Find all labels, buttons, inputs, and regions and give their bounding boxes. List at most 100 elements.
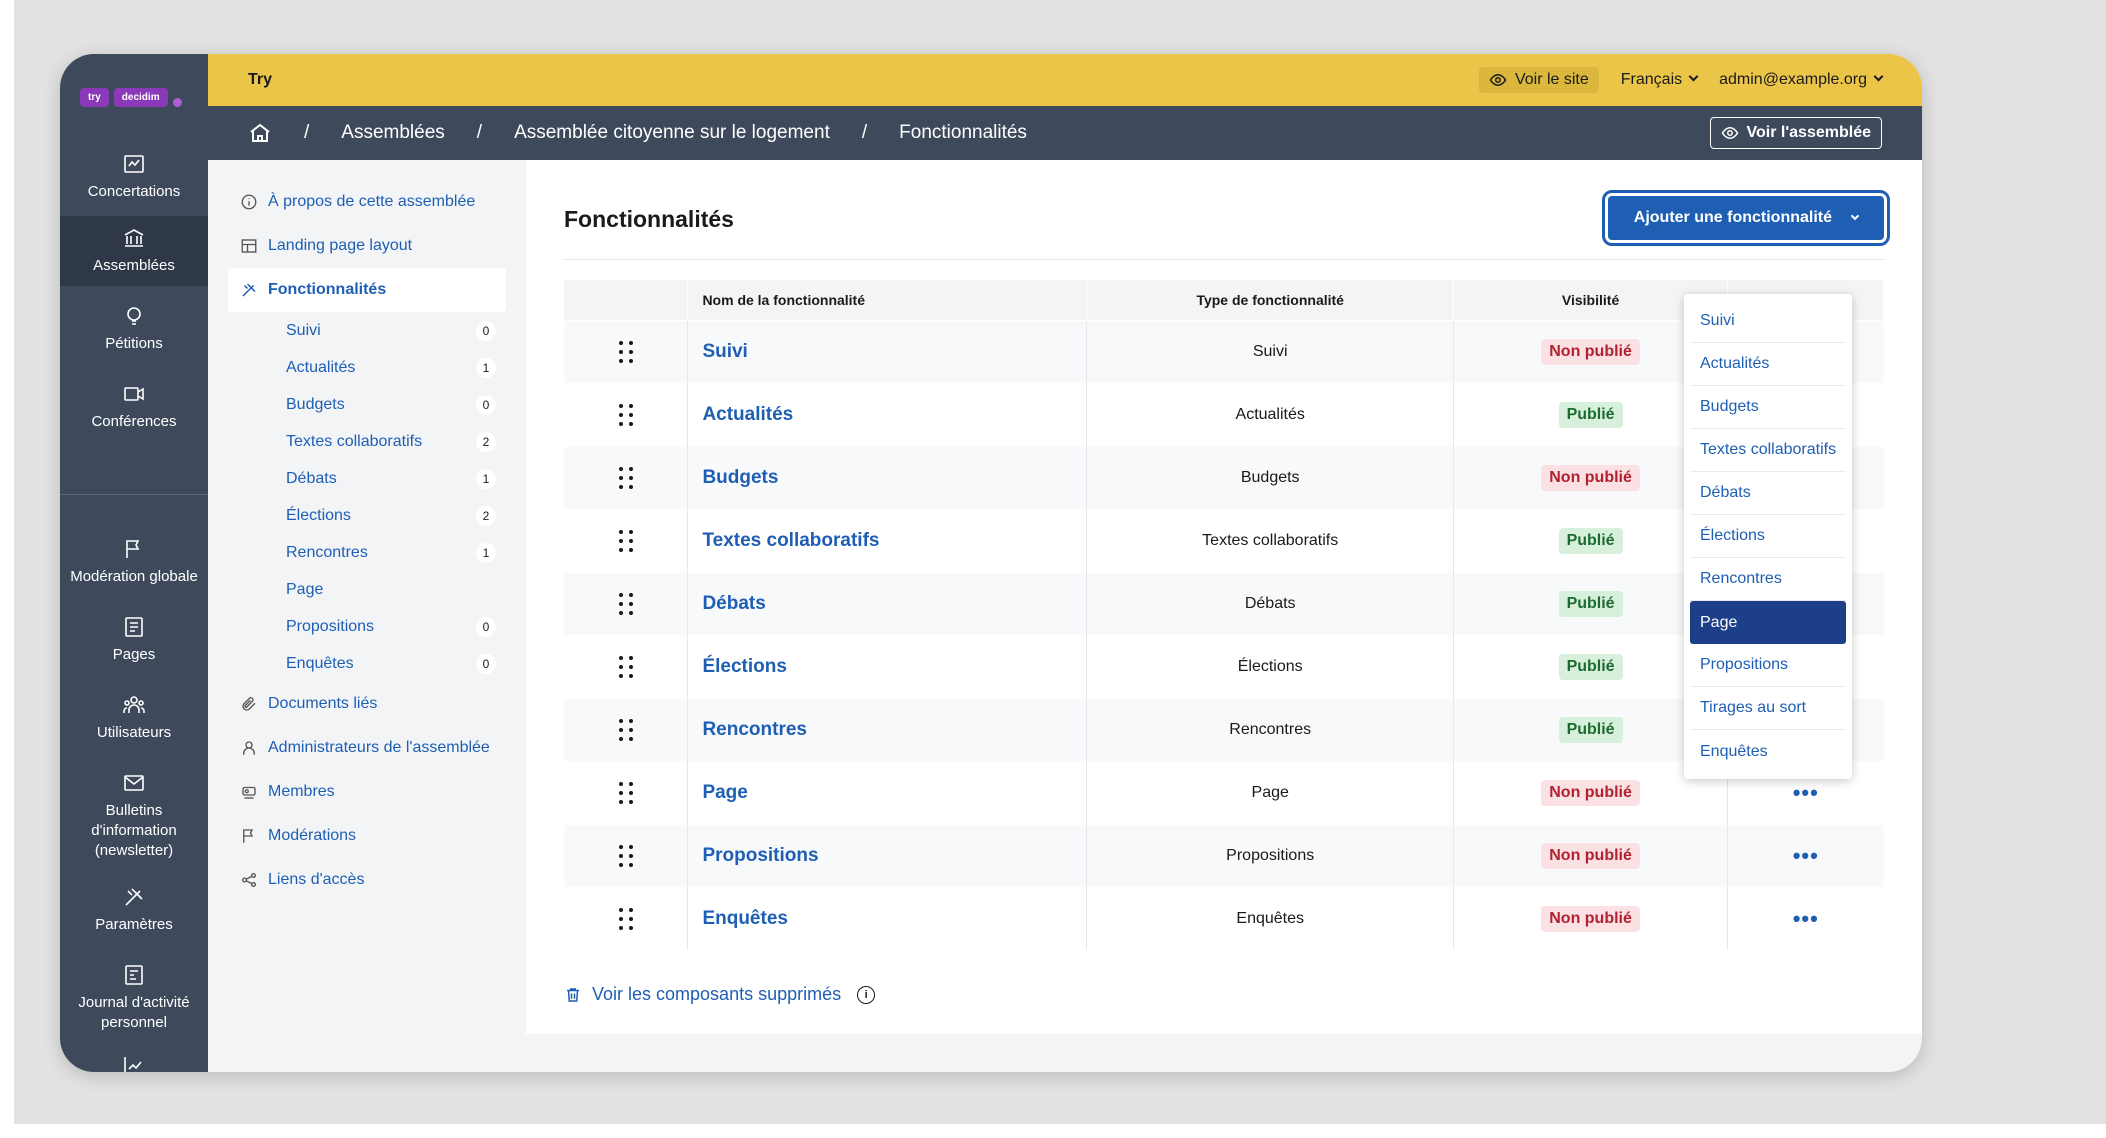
drag-handle-icon[interactable] <box>574 907 677 930</box>
status-badge: Non publié <box>1541 464 1640 491</box>
sidebar-item-label: Bulletins d'information (newsletter) <box>91 802 177 859</box>
sidebar-item-pages[interactable]: Pages <box>60 604 208 676</box>
feature-name-link[interactable]: Suivi <box>687 319 1088 383</box>
visibility-cell: Non publié <box>1453 886 1729 950</box>
sidebar-item-conferences[interactable]: Conférences <box>60 372 208 442</box>
subnav-child-item[interactable]: Propositions 0 <box>208 608 526 645</box>
breadcrumb-item-assembly[interactable]: Assemblée citoyenne sur le logement <box>514 122 830 144</box>
drag-handle-icon[interactable] <box>574 529 677 552</box>
sidebar-item-journal[interactable]: Journal d'activité personnel <box>60 952 208 1044</box>
subnav-child-item[interactable]: Budgets 0 <box>208 386 526 423</box>
user-email: admin@example.org <box>1719 71 1867 88</box>
feature-name-link[interactable]: Page <box>687 760 1088 824</box>
subnav-child-item[interactable]: Suivi 0 <box>208 312 526 349</box>
logo-try: try <box>80 88 109 107</box>
actions-menu-icon[interactable]: ••• <box>1727 886 1884 950</box>
add-feature-button[interactable]: Ajouter une fonctionnalité <box>1601 190 1891 246</box>
dropdown-option[interactable]: Tirages au sort <box>1690 687 1846 730</box>
user-menu[interactable]: admin@example.org <box>1719 71 1884 89</box>
organization-name[interactable]: Try <box>248 71 272 89</box>
visibility-cell: Non publié <box>1453 823 1729 887</box>
info-icon[interactable]: i <box>857 985 876 1004</box>
subnav-child-item[interactable]: Rencontres 1 <box>208 534 526 571</box>
breadcrumb-item-assemblees[interactable]: Assemblées <box>341 122 445 144</box>
dropdown-option[interactable]: Textes collaboratifs <box>1690 429 1846 472</box>
trash-icon <box>567 987 579 1002</box>
subnav-members[interactable]: Membres <box>208 770 526 814</box>
count-badge: 0 <box>476 394 496 415</box>
drag-handle-icon[interactable] <box>574 340 677 363</box>
subnav-label: Documents liés <box>268 695 378 712</box>
drag-handle-icon[interactable] <box>574 466 677 489</box>
deleted-components-label: Voir les composants supprimés <box>592 984 842 1004</box>
home-icon[interactable] <box>248 121 272 145</box>
sidebar-item-moderation-globale[interactable]: Modération globale <box>60 524 208 600</box>
count-badge: 0 <box>476 616 496 637</box>
drag-handle-icon[interactable] <box>574 781 677 804</box>
feature-name-link[interactable]: Propositions <box>687 823 1088 887</box>
flag-icon <box>126 540 140 558</box>
subnav-child-item[interactable]: Élections 2 <box>208 497 526 534</box>
dropdown-option[interactable]: Budgets <box>1690 386 1846 429</box>
subnav-about[interactable]: À propos de cette assemblée <box>208 180 526 224</box>
decidim-logo[interactable]: try decidim <box>80 88 182 107</box>
feature-name-link[interactable]: Actualités <box>687 382 1088 446</box>
deleted-components-link[interactable]: Voir les composants supprimés i <box>564 984 876 1005</box>
feature-name-link[interactable]: Budgets <box>687 445 1088 509</box>
feature-name-link[interactable]: Textes collaboratifs <box>687 508 1088 572</box>
feature-type: Actualités <box>1086 382 1455 446</box>
feature-name-link[interactable]: Débats <box>687 571 1088 635</box>
feature-name-link[interactable]: Élections <box>687 634 1088 698</box>
subnav-child-item[interactable]: Enquêtes 0 <box>208 645 526 682</box>
sidebar-item-label: Conférences <box>91 413 177 430</box>
dropdown-option[interactable]: Enquêtes <box>1690 730 1846 773</box>
sidebar-item-petitions[interactable]: Pétitions <box>60 294 208 364</box>
layout-icon <box>241 239 257 253</box>
drag-handle-icon[interactable] <box>574 403 677 426</box>
share-icon <box>241 872 257 888</box>
dropdown-option[interactable]: Rencontres <box>1690 558 1846 601</box>
subnav-child-item[interactable]: Actualités 1 <box>208 349 526 386</box>
language-selector[interactable]: Français <box>1621 71 1699 89</box>
subnav-label: À propos de cette assemblée <box>268 193 476 210</box>
title-divider <box>564 259 1884 260</box>
sidebar-item-concertations[interactable]: Concertations <box>60 138 208 216</box>
subnav-landing-page[interactable]: Landing page layout <box>208 224 526 268</box>
status-badge: Non publié <box>1541 338 1640 365</box>
subnav-child-item[interactable]: Textes collaboratifs 2 <box>208 423 526 460</box>
sidebar-item-utilisateurs[interactable]: Utilisateurs <box>60 682 208 754</box>
chart-icon[interactable] <box>122 1054 146 1072</box>
subnav-admins[interactable]: Administrateurs de l'assemblée <box>208 726 526 770</box>
actions-menu-icon[interactable]: ••• <box>1727 823 1884 887</box>
column-type: Type de fonctionnalité <box>1086 280 1455 320</box>
dropdown-option[interactable]: Élections <box>1690 515 1846 558</box>
sidebar-item-assemblees[interactable]: Assemblées <box>60 216 208 286</box>
drag-handle-icon[interactable] <box>574 844 677 867</box>
dropdown-option[interactable]: Suivi <box>1690 300 1846 343</box>
dropdown-option[interactable]: Propositions <box>1690 644 1846 687</box>
view-site-link[interactable]: Voir le site <box>1478 67 1599 93</box>
drag-handle-icon[interactable] <box>574 718 677 741</box>
dropdown-option[interactable]: Débats <box>1690 472 1846 515</box>
subnav-child-item[interactable]: Page <box>208 571 526 608</box>
dropdown-option[interactable]: Page <box>1690 601 1846 644</box>
dropdown-option[interactable]: Actualités <box>1690 343 1846 386</box>
feature-name-link[interactable]: Enquêtes <box>687 886 1088 950</box>
subnav-moderations[interactable]: Modérations <box>208 814 526 858</box>
status-badge: Non publié <box>1541 779 1640 806</box>
subnav-child-item[interactable]: Débats 1 <box>208 460 526 497</box>
view-assembly-label: Voir l'assemblée <box>1746 124 1871 141</box>
view-assembly-button[interactable]: Voir l'assemblée <box>1709 117 1882 149</box>
feature-type: Élections <box>1086 634 1455 698</box>
sidebar-item-newsletter[interactable]: Bulletins d'information (newsletter) <box>60 760 208 872</box>
subnav-documents[interactable]: Documents liés <box>208 682 526 726</box>
drag-handle-cell <box>564 445 689 509</box>
sidebar-item-parametres[interactable]: Paramètres <box>60 874 208 946</box>
subnav-access-links[interactable]: Liens d'accès <box>208 858 526 902</box>
drag-handle-icon[interactable] <box>574 592 677 615</box>
subnav-features[interactable]: Fonctionnalités <box>228 268 506 312</box>
drag-handle-icon[interactable] <box>574 655 677 678</box>
tools-icon <box>125 888 143 906</box>
feature-name-link[interactable]: Rencontres <box>687 697 1088 761</box>
status-badge: Publié <box>1558 716 1623 743</box>
